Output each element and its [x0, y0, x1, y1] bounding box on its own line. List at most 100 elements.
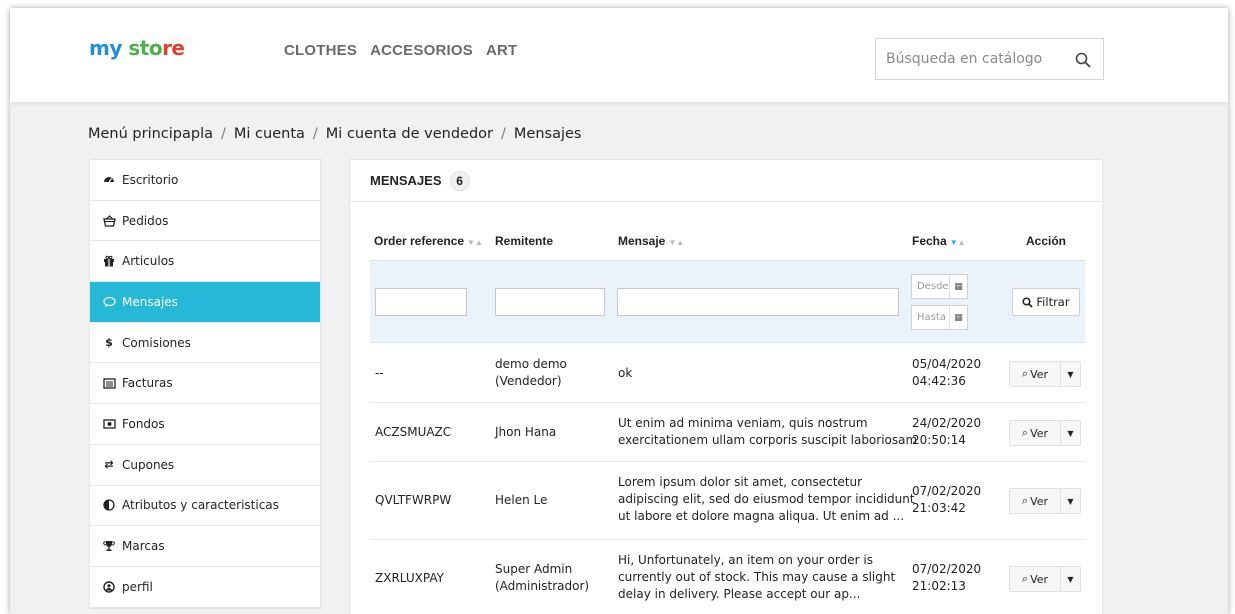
view-button[interactable]: ⌕ Ver	[1010, 362, 1060, 386]
table-row: -- demo demo (Vendedor) ok 05/04/2020 04…	[370, 344, 1085, 403]
column-header-label: Remitente	[495, 234, 554, 248]
nav-item-clothes[interactable]: CLOTHES	[284, 42, 357, 59]
message-line: ut labore et dolore magna aliqua. Ut eni…	[618, 509, 905, 523]
column-header-action: Acción	[1026, 234, 1066, 248]
breadcrumb-item-seller-account[interactable]: Mi cuenta de vendedor	[326, 126, 493, 142]
message-text: Lorem ipsum dolor sit amet, consectetur …	[618, 474, 915, 525]
table-row: ACZSMUAZC Jhon Hana Ut enim ad minima ve…	[370, 403, 1085, 462]
sidebar-item-label: Fondos	[122, 416, 165, 431]
sidebar-item-pedidos[interactable]: Pedidos	[90, 201, 320, 242]
view-dropdown-toggle[interactable]: ▼	[1060, 567, 1080, 591]
sort-icon[interactable]: ▼▲	[668, 238, 684, 247]
column-header-date[interactable]: Fecha ▼▲	[912, 234, 966, 248]
sidebar-item-atributos[interactable]: Atributos y caracteristicas	[90, 486, 320, 527]
sender-name: Helen Le	[495, 493, 548, 507]
view-button[interactable]: ⌕ Ver	[1010, 421, 1060, 445]
filter-button[interactable]: Filtrar	[1012, 288, 1080, 316]
view-label: Ver	[1030, 426, 1049, 440]
zoom-icon: ⌕	[1021, 426, 1029, 439]
logo-text-part2: sto	[121, 36, 163, 60]
column-header-order-reference[interactable]: Order reference ▼▲	[374, 234, 483, 248]
message-line: delay in delivery. Please accept our ap.…	[618, 587, 861, 601]
filter-button-label: Filtrar	[1036, 295, 1070, 309]
sidebar-item-fondos[interactable]: Fondos	[90, 404, 320, 445]
sort-icon[interactable]: ▼▲	[950, 238, 966, 247]
sidebar-item-comisiones[interactable]: $ Comisiones	[90, 323, 320, 364]
panel-title-text: MENSAJES	[370, 173, 442, 188]
sidebar-item-label: Facturas	[122, 376, 173, 391]
search-icon[interactable]	[1075, 52, 1091, 68]
user-icon	[102, 580, 116, 594]
column-header-message[interactable]: Mensaje ▼▲	[618, 234, 684, 248]
date-time: 21:03:42	[912, 501, 966, 515]
sidebar-item-mensajes[interactable]: Mensajes	[90, 282, 320, 323]
sidebar-item-label: Cupones	[122, 457, 175, 472]
store-logo[interactable]: my store	[89, 36, 185, 60]
column-header-sender: Remitente	[495, 234, 553, 248]
column-header-label: Mensaje	[618, 234, 666, 248]
view-label: Ver	[1030, 494, 1049, 508]
message-line: adipiscing elit, sed do eiusmod tempor i…	[618, 492, 915, 506]
search-icon	[1022, 296, 1034, 308]
filter-row: Desde ▦ Hasta ▦ Filtrar	[370, 260, 1085, 343]
column-header-label: Order reference	[374, 234, 465, 248]
sidebar-item-perfil[interactable]: perfil	[90, 567, 320, 608]
sender-role: (Vendedor)	[495, 374, 562, 388]
sender-name: Super Admin	[495, 562, 573, 576]
caret-down-icon: ▼	[1067, 574, 1074, 584]
sidebar-item-facturas[interactable]: Facturas	[90, 363, 320, 405]
sidebar-item-label: Atributos y caracteristicas	[122, 498, 279, 513]
dashboard-icon	[102, 173, 116, 187]
breadcrumb-item-messages: Mensajes	[513, 126, 582, 142]
filter-order-reference-input[interactable]	[375, 288, 467, 316]
sidebar-item-cupones[interactable]: ⇄ Cupones	[90, 445, 320, 486]
calendar-icon[interactable]: ▦	[949, 306, 967, 329]
filter-message-input[interactable]	[617, 288, 899, 316]
sort-icon[interactable]: ▼▲	[467, 238, 483, 247]
date-day: 07/02/2020	[912, 562, 982, 576]
search-input[interactable]	[876, 39, 1066, 79]
caret-down-icon: ▼	[1067, 369, 1074, 379]
view-dropdown-toggle[interactable]: ▼	[1060, 421, 1080, 445]
basket-icon	[102, 214, 116, 228]
sender-name: Jhon Hana	[495, 425, 557, 439]
filter-sender-input[interactable]	[495, 288, 605, 316]
column-header-label: Acción	[1026, 234, 1067, 248]
breadcrumb-separator: /	[221, 126, 226, 142]
sender-role: (Administrador)	[495, 579, 590, 593]
view-dropdown-toggle[interactable]: ▼	[1060, 362, 1080, 386]
calendar-icon[interactable]: ▦	[949, 275, 967, 298]
sidebar-item-articulos[interactable]: Articulos	[90, 241, 320, 283]
view-button-group: ⌕ Ver ▼	[1009, 488, 1081, 514]
nav-item-art[interactable]: ART	[486, 42, 517, 59]
view-button[interactable]: ⌕ Ver	[1010, 489, 1060, 513]
message-line: exercitationem ullam corporis suscipit l…	[618, 433, 918, 447]
breadcrumb-item-account[interactable]: Mi cuenta	[234, 126, 305, 142]
gift-icon	[102, 254, 116, 268]
filter-date-from[interactable]: Desde ▦	[911, 274, 968, 299]
nav-item-accesorios[interactable]: ACCESORIOS	[370, 42, 473, 59]
view-dropdown-toggle[interactable]: ▼	[1060, 489, 1080, 513]
table-row: QVLTFWRPW Helen Le Lorem ipsum dolor sit…	[370, 462, 1085, 540]
order-reference: --	[375, 366, 384, 380]
sidebar-item-marcas[interactable]: Marcas	[90, 526, 320, 567]
sidebar-item-escritorio[interactable]: Escritorio	[90, 160, 320, 201]
breadcrumb-item-home[interactable]: Menú principapla	[88, 126, 213, 142]
filter-date-to[interactable]: Hasta ▦	[911, 305, 968, 330]
invoice-icon	[102, 376, 116, 390]
view-label: Ver	[1030, 572, 1049, 586]
zoom-icon: ⌕	[1021, 494, 1029, 507]
caret-down-icon: ▼	[1067, 428, 1074, 438]
account-sidebar: Escritorio Pedidos Articulos Mensajes $ …	[89, 159, 321, 609]
breadcrumb-separator: /	[501, 126, 506, 142]
zoom-icon: ⌕	[1021, 367, 1029, 380]
adjust-icon	[102, 498, 116, 512]
sidebar-item-label: Articulos	[122, 254, 175, 269]
message-date: 24/02/2020 20:50:14	[912, 415, 981, 449]
trophy-icon	[102, 539, 116, 553]
message-date: 07/02/2020 21:02:13	[912, 561, 981, 595]
view-button[interactable]: ⌕ Ver	[1010, 567, 1060, 591]
sidebar-item-label: Marcas	[122, 539, 165, 554]
date-from-placeholder: Desde	[917, 281, 949, 292]
sidebar-item-label: Escritorio	[122, 172, 179, 187]
